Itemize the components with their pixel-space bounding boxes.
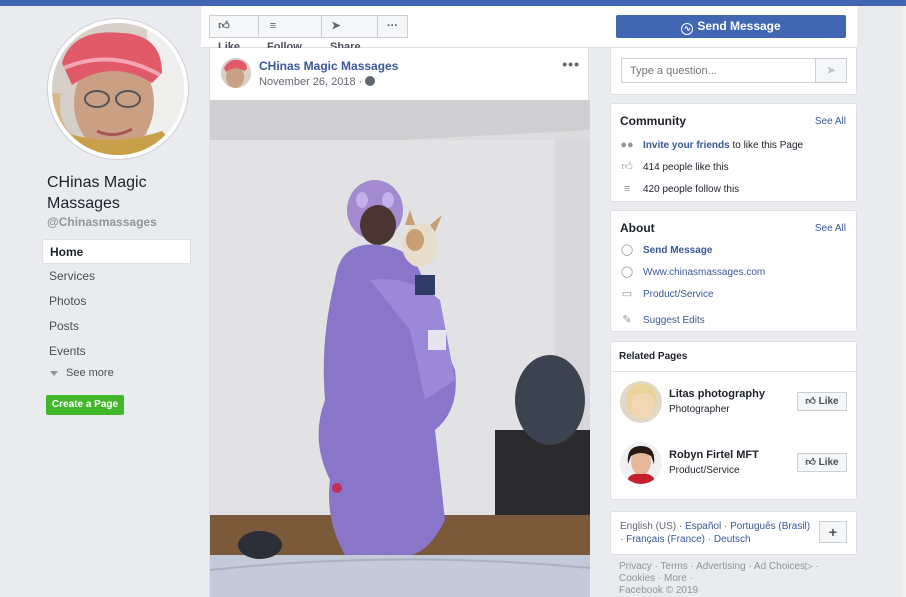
pencil-icon: ✎ <box>622 314 632 326</box>
people-icon: ●● <box>620 139 634 151</box>
page-navigation: Home Services Photos Posts Events <box>42 239 191 364</box>
invite-friends-text: to like this Page <box>729 140 804 151</box>
nav-item-posts[interactable]: Posts <box>42 314 191 339</box>
footer-link-ad-choices[interactable]: Ad Choices <box>754 561 805 572</box>
about-website-row: ◯ Www.chinasmassages.com <box>620 264 765 280</box>
category-link[interactable]: Product/Service <box>643 289 714 300</box>
related-page-category: Product/Service <box>669 465 740 476</box>
send-message-label: Send Message <box>697 19 781 33</box>
language-link[interactable]: Deutsch <box>714 534 751 545</box>
messenger-icon: ◯ <box>620 244 634 256</box>
follows-count: 420 people follow this <box>643 184 740 195</box>
about-suggest-row: ✎ Suggest Edits <box>620 312 705 328</box>
left-column: CHinas Magic Massages @Chinasmassages Ho… <box>0 6 200 597</box>
footer-links: Privacy · Terms · Advertising · Ad Choic… <box>619 561 819 596</box>
likes-count-row: 👍︎ 414 people like this <box>620 159 729 175</box>
ask-question-card: ➤ <box>610 48 857 95</box>
page-username[interactable]: @Chinasmassages <box>47 215 157 229</box>
follow-page-button[interactable]: ≡Follow <box>258 15 322 53</box>
footer-link-more[interactable]: More <box>664 573 687 584</box>
follows-count-row: ≡ 420 people follow this <box>620 181 739 197</box>
language-card: English (US) · Español · Português (Bras… <box>610 511 857 555</box>
nav-item-home[interactable]: Home <box>42 239 191 264</box>
divider <box>611 371 856 372</box>
suggest-edits-link[interactable]: Suggest Edits <box>643 315 705 326</box>
more-options-button[interactable]: ··· <box>377 15 408 38</box>
footer-link-privacy[interactable]: Privacy <box>619 561 652 572</box>
community-title: Community <box>620 114 686 128</box>
post-author-name[interactable]: CHinas Magic Massages <box>259 59 398 73</box>
profile-picture-frame[interactable] <box>47 18 189 160</box>
website-link[interactable]: Www.chinasmassages.com <box>643 267 765 278</box>
about-card: About See All ◯ Send Message ◯ Www.chinasm… <box>610 210 857 332</box>
nav-item-events[interactable]: Events <box>42 339 191 364</box>
add-language-button[interactable]: + <box>819 521 847 543</box>
about-send-message-link[interactable]: Send Message <box>643 245 712 256</box>
related-page-like-button[interactable]: 👍︎ Like <box>797 392 847 411</box>
paper-plane-icon[interactable]: ➤ <box>815 58 847 83</box>
language-link[interactable]: Français (France) <box>626 534 705 545</box>
current-language: English (US) <box>620 521 677 532</box>
question-input[interactable] <box>621 58 816 83</box>
post-date-label: November 26, 2018 · <box>259 76 366 88</box>
globe-icon <box>365 76 376 86</box>
related-page-avatar[interactable] <box>620 381 662 423</box>
related-page-like-button[interactable]: 👍︎ Like <box>797 453 847 472</box>
folder-icon: ▭ <box>621 288 633 300</box>
footer-link-advertising[interactable]: Advertising <box>696 561 745 572</box>
scrollbar[interactable] <box>902 6 906 597</box>
copyright: Facebook © 2019 <box>619 585 699 596</box>
ad-choices-icon: ▷ <box>805 561 813 572</box>
chevron-down-icon <box>50 370 58 376</box>
post-photo[interactable] <box>210 100 590 597</box>
about-see-all-link[interactable]: See All <box>815 223 846 234</box>
community-see-all-link[interactable]: See All <box>815 116 846 127</box>
language-link[interactable]: Português (Brasil) <box>730 521 810 532</box>
send-message-button[interactable]: ∿ Send Message <box>616 15 846 38</box>
about-category-row: ▭ Product/Service <box>620 286 714 302</box>
post-author-avatar[interactable] <box>221 58 251 88</box>
about-title: About <box>620 221 655 235</box>
about-message-row: ◯ Send Message <box>620 242 713 258</box>
profile-picture <box>52 23 184 155</box>
thumbs-up-icon: 👍︎ <box>621 161 633 173</box>
share-arrow-icon: ➤ <box>331 20 341 32</box>
related-page-category: Photographer <box>669 404 730 415</box>
invite-friends-link[interactable]: Invite your friends <box>643 140 730 151</box>
messenger-icon: ∿ <box>681 23 694 35</box>
language-link[interactable]: Español <box>685 521 721 532</box>
page-action-bar: 👍︎Like ≡Follow ➤Share ··· ∿ Send Message <box>201 6 857 53</box>
thumbs-up-icon: 👍︎ <box>805 457 819 468</box>
thumbs-up-icon: 👍︎ <box>218 20 230 32</box>
likes-count: 414 people like this <box>643 162 729 173</box>
like-label: Like <box>818 457 839 468</box>
globe-icon: ◯ <box>620 266 634 278</box>
rss-icon: ≡ <box>623 183 631 195</box>
see-more-label: See more <box>66 367 114 379</box>
see-more-link[interactable]: See more <box>50 367 114 379</box>
share-page-button[interactable]: ➤Share <box>321 15 378 53</box>
related-pages-title: Related Pages <box>619 351 688 362</box>
related-pages-card: Related Pages Litas photography Photogra… <box>610 341 857 500</box>
post-timestamp[interactable]: November 26, 2018 · <box>259 76 376 88</box>
invite-friends-row: ●● Invite your friends to like this Page <box>620 137 803 153</box>
like-label: Like <box>818 396 839 407</box>
related-page-name[interactable]: Litas photography <box>669 388 765 400</box>
related-page-name[interactable]: Robyn Firtel MFT <box>669 449 759 461</box>
rss-icon: ≡ <box>269 20 277 32</box>
community-card: Community See All ●● Invite your friends … <box>610 103 857 202</box>
language-list: English (US) · Español · Português (Bras… <box>620 521 811 545</box>
nav-item-services[interactable]: Services <box>42 264 191 289</box>
page-title[interactable]: CHinas Magic Massages <box>47 172 197 214</box>
nav-item-photos[interactable]: Photos <box>42 289 191 314</box>
post-options-button[interactable]: ••• <box>562 56 580 72</box>
footer-link-terms[interactable]: Terms <box>661 561 688 572</box>
thumbs-up-icon: 👍︎ <box>805 396 819 407</box>
create-page-button[interactable]: Create a Page <box>46 395 124 415</box>
post-card: CHinas Magic Massages November 26, 2018 … <box>209 48 590 597</box>
related-page-avatar[interactable] <box>620 442 662 484</box>
footer-link-cookies[interactable]: Cookies <box>619 573 655 584</box>
like-page-button[interactable]: 👍︎Like <box>209 15 259 53</box>
